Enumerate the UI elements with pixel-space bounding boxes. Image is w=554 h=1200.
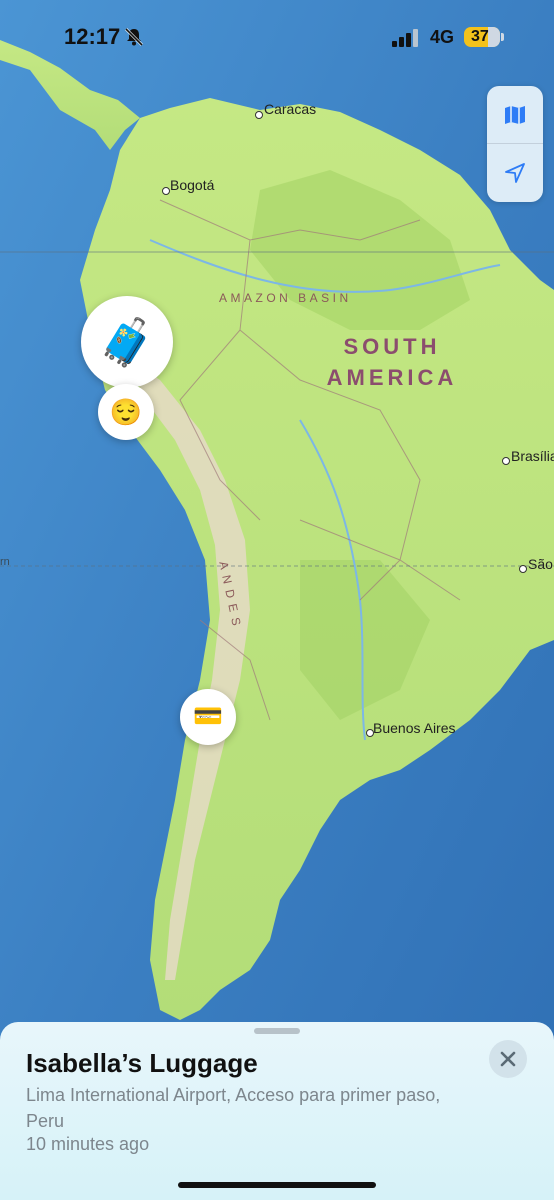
cellular-signal-icon [392,29,418,47]
battery-level: 37 [471,28,489,45]
locate-me-button[interactable] [487,144,543,201]
item-title: Isabella’s Luggage [26,1048,258,1078]
close-button[interactable] [489,1040,527,1078]
city-dot-bogota [162,187,170,195]
continent-label-line1: SOUTH [343,334,441,359]
bell-slash-icon [124,27,144,47]
card-pin[interactable]: 💳 [180,689,236,745]
status-bar: 12:17 4G 37 [0,0,554,76]
city-dot-brasilia [502,457,510,465]
city-label-sao-paulo[interactable]: São [528,556,553,572]
city-label-caracas[interactable]: Caracas [264,101,316,117]
relieved-face-icon: 😌 [109,397,143,427]
map-icon [505,105,525,124]
city-label-bogota[interactable]: Bogotá [170,177,214,193]
continent-label: SOUTH AMERICA [318,331,466,393]
credit-card-icon: 💳 [193,703,223,730]
latitude-label-edge: rn [0,556,10,568]
city-label-brasilia[interactable]: Brasília [511,448,554,464]
continent-label-line2: AMERICA [326,365,458,390]
battery-icon: 37 [464,27,504,47]
map-mode-button[interactable] [487,86,543,143]
luggage-pin[interactable]: 🧳 [81,296,173,388]
item-detail-sheet[interactable]: Isabella’s Luggage Lima International Ai… [0,1022,554,1200]
city-dot-sao-paulo [519,565,527,573]
item-last-seen: 10 minutes ago [26,1134,150,1154]
map-controls [487,86,543,202]
person-pin[interactable]: 😌 [98,384,154,440]
map-view[interactable] [0,0,554,1200]
city-label-buenos-aires[interactable]: Buenos Aires [373,720,456,736]
location-arrow-icon [505,162,525,183]
city-dot-caracas [255,111,263,119]
close-icon [500,1051,516,1067]
region-label-amazon: AMAZON BASIN [219,291,352,305]
network-type: 4G [430,27,455,47]
home-indicator[interactable] [178,1182,376,1188]
status-time: 12:17 [64,24,121,49]
suitcase-icon: 🧳 [98,316,156,368]
item-address: Lima International Airport, Acceso para … [26,1085,441,1131]
sheet-grabber[interactable] [254,1028,300,1034]
